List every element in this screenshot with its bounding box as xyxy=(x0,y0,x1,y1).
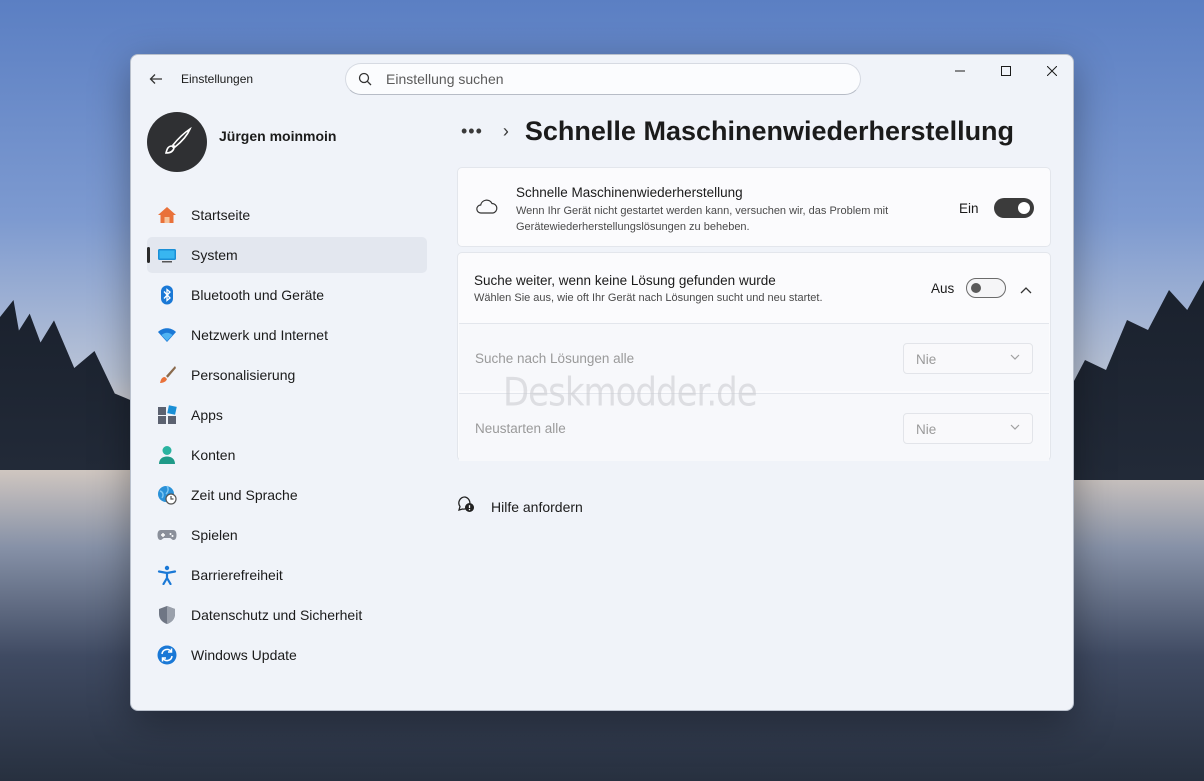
watermark: Deskmodder.de xyxy=(503,370,758,416)
sidebar-item-bluetooth[interactable]: Bluetooth und Geräte xyxy=(147,277,427,313)
system-icon xyxy=(157,245,177,265)
update-icon xyxy=(157,645,177,665)
brush-icon xyxy=(157,365,177,385)
title-bar: Einstellungen xyxy=(131,55,1073,103)
home-icon xyxy=(157,205,177,225)
avatar[interactable] xyxy=(147,112,207,172)
sidebar-item-datenschutz[interactable]: Datenschutz und Sicherheit xyxy=(147,597,427,633)
sidebar-item-apps[interactable]: Apps xyxy=(147,397,427,433)
sidebar-item-startseite[interactable]: Startseite xyxy=(147,197,427,233)
chevron-up-icon[interactable] xyxy=(1020,281,1032,299)
settings-window: Einstellungen Jürgen moinmoin Startseite xyxy=(130,54,1074,711)
sidebar-item-windows-update[interactable]: Windows Update xyxy=(147,637,427,673)
cloud-icon xyxy=(476,198,498,219)
profile-name[interactable]: Jürgen moinmoin xyxy=(219,128,336,144)
restart-interval-dropdown[interactable]: Nie xyxy=(903,413,1033,444)
continue-search-title: Suche weiter, wenn keine Lösung gefunden… xyxy=(474,273,776,288)
bluetooth-icon xyxy=(157,285,177,305)
continue-search-card: Suche weiter, wenn keine Lösung gefunden… xyxy=(457,252,1051,461)
recovery-card: Schnelle Maschinenwiederherstellung Wenn… xyxy=(457,167,1051,247)
search-interval-label: Suche nach Lösungen alle xyxy=(475,351,635,366)
sidebar-nav: Startseite System Bluetooth und Geräte N… xyxy=(147,197,427,677)
account-icon xyxy=(157,445,177,465)
help-label: Hilfe anfordern xyxy=(491,498,583,515)
time-language-icon xyxy=(157,485,177,505)
help-link[interactable]: Hilfe anfordern xyxy=(457,495,583,518)
recovery-title: Schnelle Maschinenwiederherstellung xyxy=(516,185,743,200)
back-button[interactable] xyxy=(145,68,167,90)
close-button[interactable] xyxy=(1029,55,1073,87)
apps-icon xyxy=(157,405,177,425)
wallpaper-shore-right xyxy=(1064,280,1204,480)
gamepad-icon xyxy=(157,525,177,545)
wallpaper-shore-left xyxy=(0,300,135,470)
sidebar-item-konten[interactable]: Konten xyxy=(147,437,427,473)
shield-icon xyxy=(157,605,177,625)
chevron-down-icon xyxy=(1010,354,1020,360)
restart-interval-label: Neustarten alle xyxy=(475,421,566,436)
search-icon xyxy=(358,72,372,86)
continue-search-desc: Wählen Sie aus, wie oft Ihr Gerät nach L… xyxy=(474,292,823,304)
continue-search-toggle[interactable] xyxy=(966,278,1006,298)
maximize-button[interactable] xyxy=(983,55,1029,87)
minimize-icon xyxy=(955,70,965,72)
sidebar-item-personalisierung[interactable]: Personalisierung xyxy=(147,357,427,393)
sidebar-item-barrierefreiheit[interactable]: Barrierefreiheit xyxy=(147,557,427,593)
wifi-icon xyxy=(157,325,177,345)
paintbrush-avatar-icon xyxy=(164,126,192,154)
back-arrow-icon xyxy=(149,74,162,84)
minimize-button[interactable] xyxy=(937,55,983,87)
breadcrumb: ••• › Schnelle Maschinenwiederherstellun… xyxy=(461,113,1014,149)
sidebar-item-system[interactable]: System xyxy=(147,237,427,273)
recovery-toggle[interactable] xyxy=(994,198,1034,218)
chevron-right-icon: › xyxy=(502,120,509,141)
help-icon xyxy=(457,495,475,518)
continue-search-toggle-label: Aus xyxy=(931,281,955,296)
search-input[interactable] xyxy=(386,71,826,87)
recovery-desc-line1: Wenn Ihr Gerät nicht gestartet werden ka… xyxy=(516,205,889,217)
sidebar-item-spielen[interactable]: Spielen xyxy=(147,517,427,553)
page-title: Schnelle Maschinenwiederherstellung xyxy=(524,115,1015,146)
maximize-icon xyxy=(1001,66,1011,76)
chevron-down-icon xyxy=(1010,424,1020,430)
app-title: Einstellungen xyxy=(181,72,254,86)
close-icon xyxy=(1047,66,1057,76)
search-box[interactable] xyxy=(345,63,861,95)
recovery-toggle-label: Ein xyxy=(959,201,979,216)
breadcrumb-overflow-button[interactable]: ••• xyxy=(461,121,483,142)
search-interval-dropdown[interactable]: Nie xyxy=(903,343,1033,374)
sidebar-item-zeit[interactable]: Zeit und Sprache xyxy=(147,477,427,513)
sidebar-item-netzwerk[interactable]: Netzwerk und Internet xyxy=(147,317,427,353)
accessibility-icon xyxy=(157,565,177,585)
recovery-desc-line2: Gerätewiederherstellungslösungen zu behe… xyxy=(516,221,750,233)
